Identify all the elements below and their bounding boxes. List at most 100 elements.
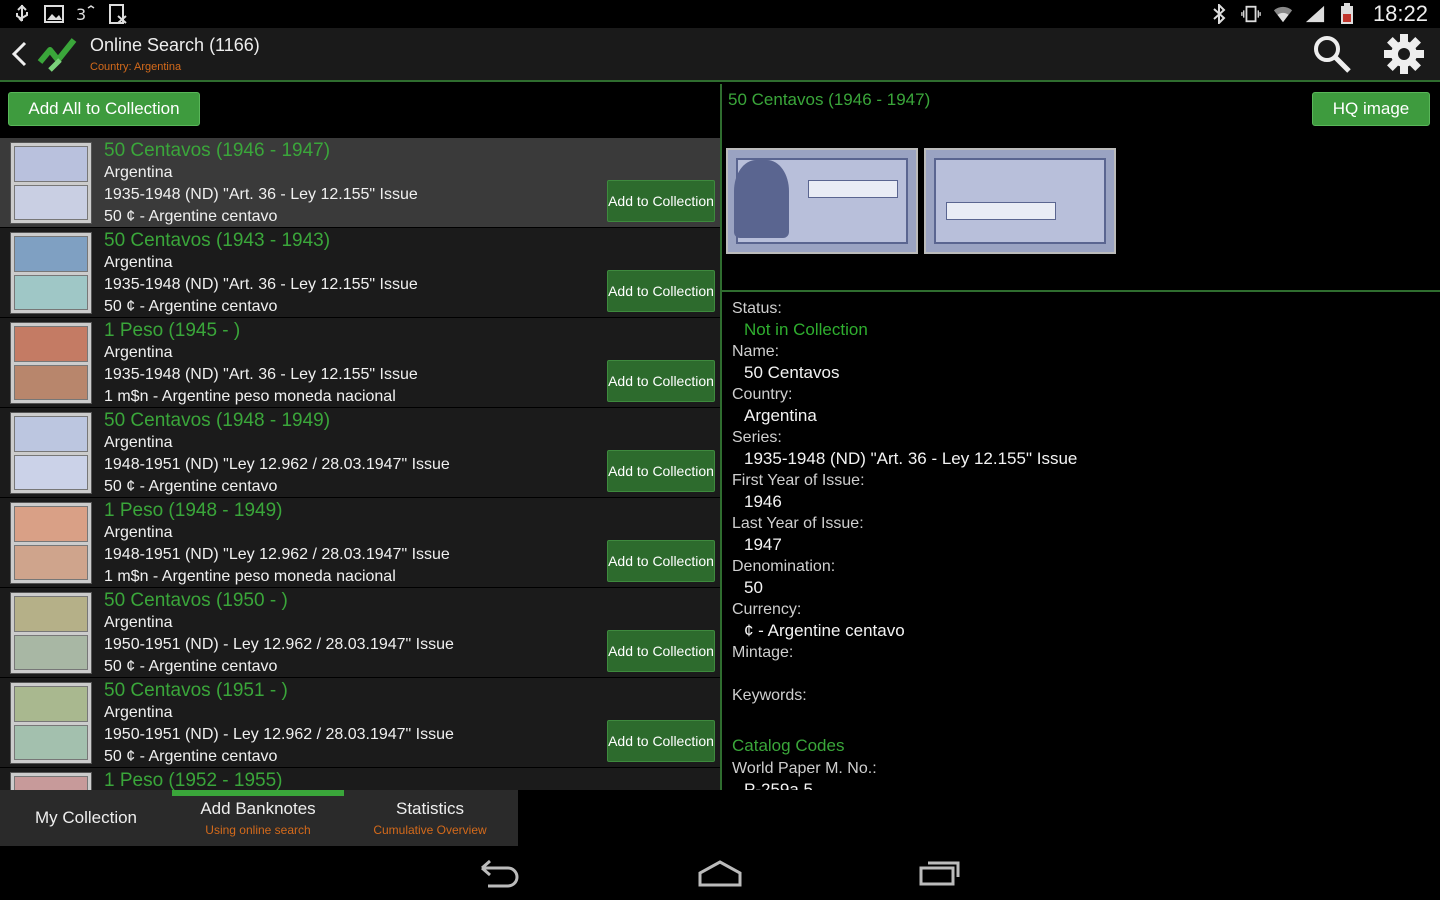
result-title: 1 Peso (1952 - 1955)	[104, 770, 283, 790]
result-row[interactable]: 50 Centavos (1948 - 1949) Argentina 1948-1…	[0, 408, 720, 498]
field-label: Denomination:	[732, 558, 836, 575]
field-value: Argentina	[744, 406, 817, 425]
result-title: 1 Peso (1945 - )	[104, 320, 241, 341]
status-bar-left: 3	[12, 4, 128, 24]
battery-icon	[1337, 3, 1357, 24]
field-value: Not in Collection	[744, 320, 868, 339]
result-row[interactable]: 50 Centavos (1943 - 1943) Argentina 1935-1…	[0, 228, 720, 318]
status-bar-right: 18:22	[1209, 1, 1428, 27]
result-series: 1935-1948 (ND) "Art. 36 - Ley 12.155" Is…	[104, 276, 418, 293]
result-denomination: 1 m$n - Argentine peso moneda nacional	[104, 568, 396, 585]
field-label: Mintage:	[732, 644, 794, 661]
result-denomination: 50 ¢ - Argentine centavo	[104, 658, 278, 675]
add-to-collection-button[interactable]: Add to Collection	[607, 630, 715, 672]
page-title: Online Search (1166)	[90, 35, 260, 55]
back-button[interactable]	[4, 27, 34, 81]
field-label: Last Year of Issue:	[732, 515, 864, 532]
detail-title: 50 Centavos (1946 - 1947)	[728, 90, 931, 109]
nav-back-button[interactable]	[470, 853, 530, 893]
result-country: Argentina	[104, 344, 173, 361]
result-text: 1 Peso (1945 - ) Argentina 1935-1948 (ND) …	[104, 320, 594, 408]
back-arrow-icon	[481, 859, 519, 888]
result-row[interactable]: 1 Peso (1952 - 1955)	[0, 768, 720, 790]
add-to-collection-button[interactable]: Add to Collection	[607, 450, 715, 492]
settings-button[interactable]	[1382, 32, 1426, 76]
add-to-collection-button[interactable]: Add to Collection	[607, 540, 715, 582]
result-series: 1950-1951 (ND) - Ley 12.962 / 28.03.1947…	[104, 636, 454, 653]
result-row[interactable]: 1 Peso (1948 - 1949) Argentina 1948-1951 (…	[0, 498, 720, 588]
banknote-thumbnail	[10, 232, 92, 314]
result-title: 50 Centavos (1946 - 1947)	[104, 140, 331, 161]
banknote-thumbnail	[10, 142, 92, 224]
result-country: Argentina	[104, 164, 173, 181]
result-series: 1935-1948 (ND) "Art. 36 - Ley 12.155" Is…	[104, 366, 418, 383]
detail-divider	[722, 290, 1440, 292]
hq-image-button[interactable]: HQ image	[1312, 92, 1430, 126]
app-logo-icon	[36, 32, 80, 76]
image-icon	[44, 4, 64, 24]
data-icon: 3	[76, 4, 96, 24]
results-list[interactable]: 50 Centavos (1946 - 1947) Argentina 1935-1…	[0, 138, 720, 790]
search-results-panel: Add All to Collection 50 Centavos (1946 …	[0, 84, 720, 790]
search-button[interactable]	[1310, 32, 1354, 76]
result-country: Argentina	[104, 254, 173, 271]
wifi-icon	[1273, 4, 1293, 24]
bluetooth-icon	[1209, 4, 1229, 24]
status-bar: 3 18:22	[0, 0, 1440, 28]
tab-my-collection[interactable]: My Collection	[0, 790, 172, 846]
field-label: Country:	[732, 386, 793, 403]
navigation-bar	[0, 846, 1440, 900]
tab-sublabel: Cumulative Overview	[373, 823, 487, 837]
recents-icon	[919, 861, 960, 886]
result-denomination: 50 ¢ - Argentine centavo	[104, 478, 278, 495]
result-series: 1935-1948 (ND) "Art. 36 - Ley 12.155" Is…	[104, 186, 418, 203]
add-to-collection-button[interactable]: Add to Collection	[607, 180, 715, 222]
field-label: Series:	[732, 429, 782, 446]
field-value: 1947	[744, 535, 782, 554]
vibrate-icon	[1241, 4, 1261, 24]
field-label: Name:	[732, 343, 780, 360]
action-bar: Online Search (1166) Country: Argentina	[0, 28, 1440, 82]
banknote-thumbnail	[10, 322, 92, 404]
result-row[interactable]: 50 Centavos (1950 - ) Argentina 1950-1951 …	[0, 588, 720, 678]
banknote-thumbnail	[10, 682, 92, 764]
nav-home-button[interactable]	[690, 853, 750, 893]
add-to-collection-button[interactable]: Add to Collection	[607, 720, 715, 762]
result-title: 50 Centavos (1948 - 1949)	[104, 410, 331, 431]
result-title: 1 Peso (1948 - 1949)	[104, 500, 283, 521]
result-text: 50 Centavos (1950 - ) Argentina 1950-1951 …	[104, 590, 594, 678]
result-row[interactable]: 50 Centavos (1951 - ) Argentina 1950-1951 …	[0, 678, 720, 768]
action-bar-actions	[1310, 32, 1440, 76]
home-icon	[698, 860, 742, 887]
detail-panel: 50 Centavos (1946 - 1947) HQ image Statu…	[722, 84, 1440, 790]
banknote-front-image[interactable]	[726, 148, 918, 254]
result-series: 1950-1951 (ND) - Ley 12.962 / 28.03.1947…	[104, 726, 454, 743]
result-denomination: 50 ¢ - Argentine centavo	[104, 208, 278, 225]
task-icon	[108, 4, 128, 24]
result-country: Argentina	[104, 524, 173, 541]
result-country: Argentina	[104, 704, 173, 721]
banknote-thumbnail	[10, 502, 92, 584]
title-block: Online Search (1166) Country: Argentina	[90, 27, 260, 81]
result-row[interactable]: 50 Centavos (1946 - 1947) Argentina 1935-1…	[0, 138, 720, 228]
add-to-collection-button[interactable]: Add to Collection	[607, 270, 715, 312]
banknote-back-image[interactable]	[924, 148, 1116, 254]
result-country: Argentina	[104, 434, 173, 451]
field-label: Currency:	[732, 601, 802, 618]
result-series: 1948-1951 (ND) "Ley 12.962 / 28.03.1947"…	[104, 456, 450, 473]
nav-recents-button[interactable]	[910, 853, 970, 893]
field-value: 1935-1948 (ND) "Art. 36 - Ley 12.155" Is…	[744, 449, 1078, 468]
result-title: 50 Centavos (1950 - )	[104, 590, 288, 611]
add-all-to-collection-button[interactable]: Add All to Collection	[8, 92, 200, 126]
result-series: 1948-1951 (ND) "Ley 12.962 / 28.03.1947"…	[104, 546, 450, 563]
field-value: 1946	[744, 492, 782, 511]
field-value: 50	[744, 578, 763, 597]
result-row[interactable]: 1 Peso (1945 - ) Argentina 1935-1948 (ND) …	[0, 318, 720, 408]
tab-statistics[interactable]: Statistics Cumulative Overview	[344, 790, 516, 846]
signal-icon	[1305, 4, 1325, 24]
chevron-left-icon	[11, 41, 27, 67]
tab-add-banknotes[interactable]: Add Banknotes Using online search	[172, 790, 344, 846]
banknote-thumbnail	[10, 592, 92, 674]
result-denomination: 50 ¢ - Argentine centavo	[104, 298, 278, 315]
add-to-collection-button[interactable]: Add to Collection	[607, 360, 715, 402]
